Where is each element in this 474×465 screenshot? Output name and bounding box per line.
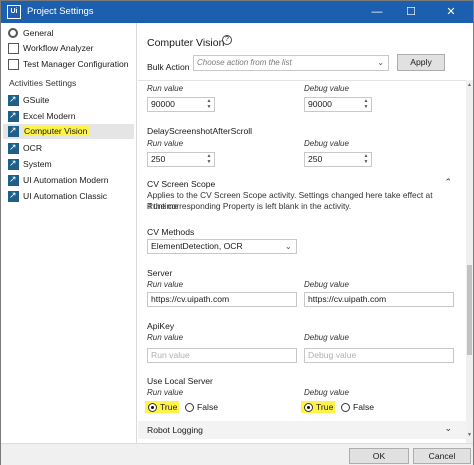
server-debug-input[interactable]: https://cv.uipath.com — [304, 292, 454, 307]
sidebar-item-excel-modern[interactable]: Excel Modern — [3, 108, 134, 124]
settings-sidebar: General Workflow Analyzer Test Manager C… — [1, 23, 137, 443]
analyzer-icon — [8, 43, 19, 54]
vertical-scrollbar[interactable]: ▲ ▼ — [466, 80, 473, 443]
uipath-logo-icon: Ui — [7, 5, 21, 19]
bulk-action-label: Bulk Action — [147, 62, 190, 72]
dialog-footer: OK Cancel — [1, 443, 473, 465]
activity-icon — [8, 188, 19, 203]
bulk-action-placeholder: Choose action from the list — [197, 58, 292, 67]
activity-icon — [8, 92, 19, 107]
activity-icon — [8, 172, 19, 187]
spinner-arrows-icon[interactable]: ▲ ▼ — [205, 98, 213, 111]
scroll-up-arrow-icon[interactable]: ▲ — [466, 82, 473, 88]
run-value-label: Run value — [147, 139, 184, 148]
maximize-button[interactable]: ☐ — [395, 1, 427, 23]
window-title: Project Settings — [27, 6, 94, 17]
run-value-text: 90000 — [151, 99, 175, 109]
project-settings-window: Ui Project Settings — ☐ ✕ General Workfl… — [0, 0, 474, 465]
cv-methods-value: ElementDetection, OCR — [151, 241, 243, 251]
debug-value-label: Debug value — [304, 333, 349, 342]
server-run-input[interactable]: https://cv.uipath.com — [147, 292, 297, 307]
run-value-stepper[interactable]: 90000 ▲ ▼ — [147, 97, 215, 112]
apikey-debug-input[interactable]: Debug value — [304, 348, 454, 363]
debug-value-stepper[interactable]: 90000 ▲ ▼ — [304, 97, 372, 112]
sidebar-item-ui-automation-classic[interactable]: UI Automation Classic — [3, 188, 134, 204]
activity-icon — [8, 108, 19, 123]
chevron-down-icon: ⌄ — [284, 241, 292, 251]
debug-false-label: False — [353, 402, 375, 412]
chevron-up-icon[interactable]: ⌃ — [444, 177, 452, 188]
cv-scope-description-line2: if the corresponding Property is left bl… — [147, 201, 352, 211]
test-manager-icon — [8, 59, 19, 70]
delay-run-stepper[interactable]: 250 ▲ ▼ — [147, 152, 215, 167]
debug-value-label: Debug value — [304, 388, 349, 397]
delay-debug-text: 250 — [308, 154, 323, 164]
sidebar-item-general[interactable]: General — [3, 26, 134, 41]
activity-icon — [8, 123, 19, 138]
sidebar-item-workflow-analyzer[interactable]: Workflow Analyzer — [3, 41, 134, 56]
delay-screenshot-title: DelayScreenshotAfterScroll — [147, 126, 253, 136]
robot-logging-title: Robot Logging — [147, 425, 203, 435]
sidebar-item-gsuite[interactable]: GSuite — [3, 92, 134, 108]
robot-logging-header[interactable]: Robot Logging ⌄ — [138, 421, 466, 439]
spinner-arrows-icon[interactable]: ▲ ▼ — [362, 153, 370, 166]
cv-methods-select[interactable]: ElementDetection, OCR ⌄ — [147, 239, 297, 254]
title-bar[interactable]: Ui Project Settings — ☐ ✕ — [1, 1, 473, 23]
close-button[interactable]: ✕ — [429, 1, 473, 23]
sidebar-item-ocr[interactable]: OCR — [3, 140, 134, 156]
apikey-title: ApiKey — [147, 321, 175, 331]
debug-value-label: Debug value — [304, 84, 349, 93]
debug-true-label: True — [316, 402, 334, 412]
settings-scroll-area: Run value Debug value 90000 ▲ ▼ 90000 ▲ ▼ … — [138, 80, 466, 443]
activities-settings-label: Activities Settings — [9, 78, 77, 88]
run-value-label: Run value — [147, 333, 184, 342]
spinner-arrows-icon[interactable]: ▲ ▼ — [205, 153, 213, 166]
debug-false-radio[interactable] — [341, 403, 350, 412]
use-local-server-title: Use Local Server — [147, 376, 213, 386]
run-value-label: Run value — [147, 388, 184, 397]
run-true-label: True — [160, 402, 178, 412]
run-value-label: Run value — [147, 280, 184, 289]
debug-value-label: Debug value — [304, 139, 349, 148]
debug-value-text: 90000 — [308, 99, 332, 109]
chevron-down-icon[interactable]: ⌄ — [444, 423, 452, 434]
sidebar-item-ui-automation-modern[interactable]: UI Automation Modern — [3, 172, 134, 188]
sidebar-item-computer-vision[interactable]: Computer Vision — [3, 123, 134, 139]
delay-debug-stepper[interactable]: 250 ▲ ▼ — [304, 152, 372, 167]
spinner-arrows-icon[interactable]: ▲ ▼ — [362, 98, 370, 111]
cv-methods-title: CV Methods — [147, 227, 195, 237]
chevron-down-icon: ⌄ — [377, 58, 384, 67]
apikey-run-input[interactable]: Run value — [147, 348, 297, 363]
activity-icon — [8, 156, 19, 171]
gear-icon — [8, 28, 18, 38]
apply-button[interactable]: Apply — [397, 54, 445, 71]
run-true-radio[interactable] — [148, 403, 157, 412]
settings-main-panel: Computer Vision ? Bulk Action Choose act… — [138, 23, 473, 443]
ok-button[interactable]: OK — [349, 448, 409, 464]
scroll-thumb[interactable] — [467, 265, 472, 355]
page-title: Computer Vision — [147, 37, 225, 49]
scroll-down-arrow-icon[interactable]: ▼ — [466, 432, 473, 438]
sidebar-item-test-manager[interactable]: Test Manager Configuration — [3, 57, 134, 72]
cancel-button[interactable]: Cancel — [413, 448, 471, 464]
minimize-button[interactable]: — — [361, 1, 393, 23]
bulk-action-select[interactable]: Choose action from the list ⌄ — [193, 55, 389, 71]
run-false-label: False — [197, 402, 219, 412]
delay-run-text: 250 — [151, 154, 166, 164]
debug-true-radio[interactable] — [304, 403, 313, 412]
debug-value-label: Debug value — [304, 280, 349, 289]
run-false-radio[interactable] — [185, 403, 194, 412]
sidebar-item-system[interactable]: System — [3, 156, 134, 172]
server-title: Server — [147, 268, 173, 278]
cv-screen-scope-title: CV Screen Scope — [147, 179, 216, 189]
run-value-label: Run value — [147, 84, 184, 93]
help-icon[interactable]: ? — [222, 35, 232, 45]
activity-icon — [8, 140, 19, 155]
